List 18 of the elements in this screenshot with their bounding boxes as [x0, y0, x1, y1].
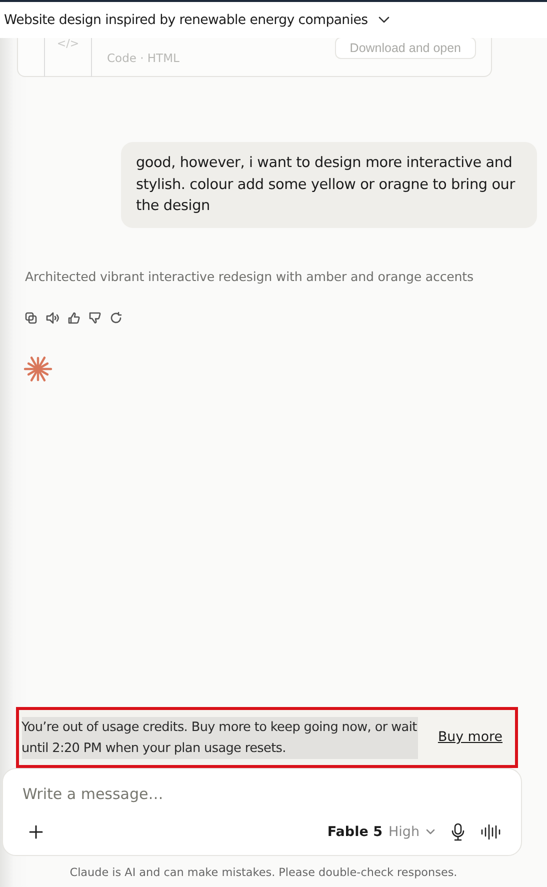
disclaimer: Claude is AI and can make mistakes. Please double-check responses.	[70, 866, 458, 879]
message-input[interactable]: Write a message…	[22, 785, 500, 803]
sparkle-logo-icon	[23, 354, 53, 384]
chevron-down-icon	[378, 16, 390, 24]
voice-waveform-icon[interactable]	[480, 824, 500, 840]
buy-more-link[interactable]: Buy more	[438, 730, 502, 745]
plus-icon[interactable]	[28, 825, 42, 839]
chevron-down-icon	[426, 829, 434, 835]
copy-icon[interactable]	[25, 312, 37, 324]
model-selector[interactable]: Fable 5 High	[327, 824, 434, 840]
thumbs-up-icon[interactable]	[68, 312, 80, 324]
thinking-summary[interactable]: Architected vibrant interactive redesign with amber and orange accents	[25, 268, 474, 284]
user-message: good, however, i want to design more interactive and stylish. colour add some yellow or oragne to bring our the design	[121, 142, 537, 228]
artifact-meta: Code · HTML	[107, 51, 180, 65]
microphone-icon[interactable]	[450, 823, 464, 841]
retry-icon[interactable]	[110, 312, 122, 324]
thumbs-down-icon[interactable]	[89, 312, 101, 324]
speaker-icon[interactable]	[46, 312, 59, 324]
